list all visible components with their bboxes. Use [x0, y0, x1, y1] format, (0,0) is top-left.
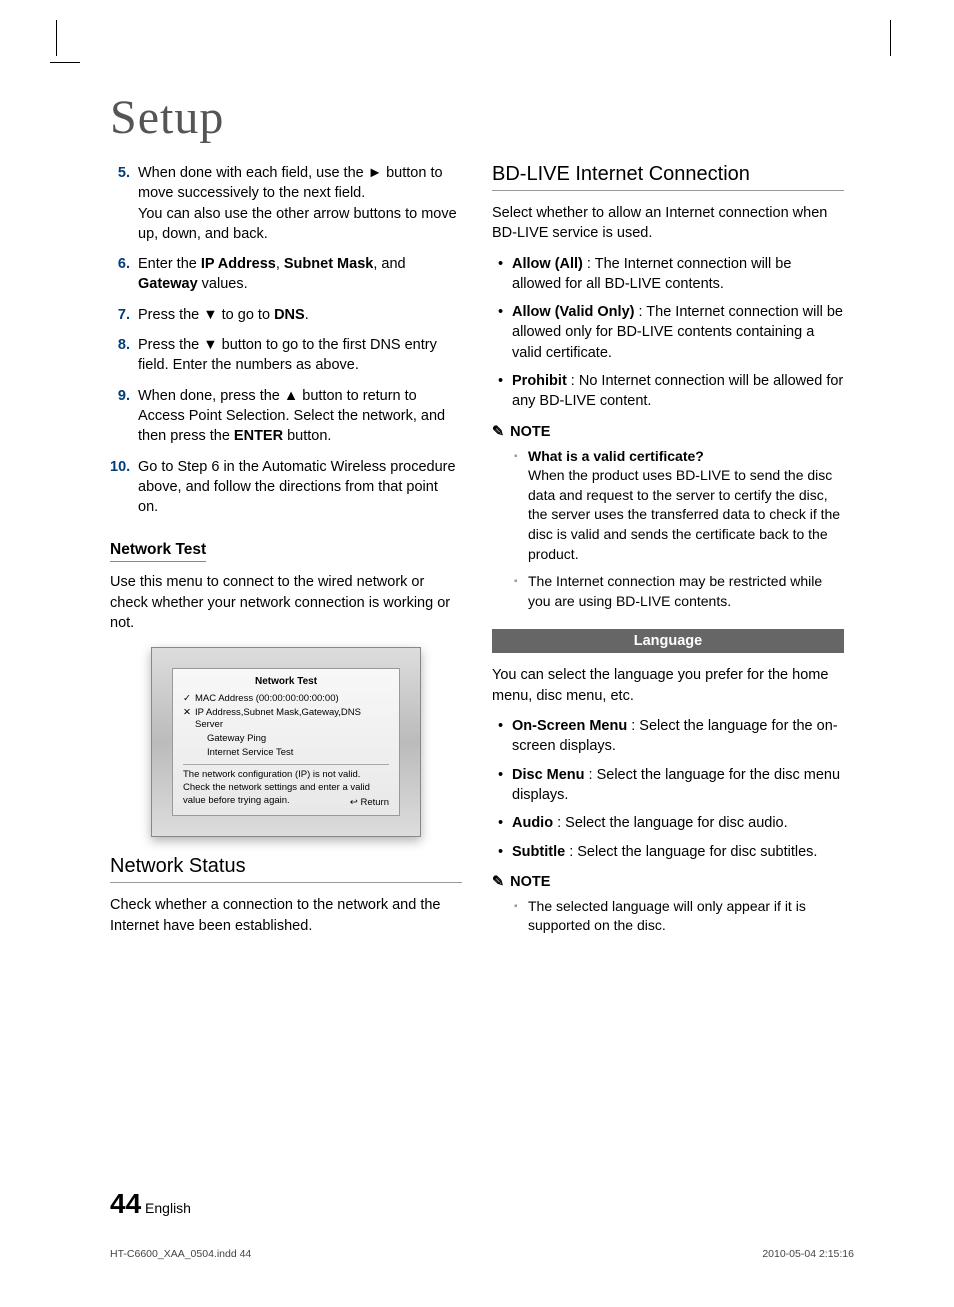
step-item: 10.Go to Step 6 in the Automatic Wireles…: [110, 457, 462, 518]
figure-row-text: Gateway Ping: [207, 733, 266, 746]
document-meta: HT-C6600_XAA_0504.indd 44 2010-05-04 2:1…: [110, 1248, 854, 1260]
language-note-label: NOTE: [492, 874, 844, 891]
page-title: Setup: [110, 90, 904, 145]
setup-steps: 5.When done with each field, use the ► b…: [110, 163, 462, 517]
figure-title: Network Test: [183, 675, 389, 689]
bullet-item: On-Screen Menu : Select the language for…: [498, 716, 844, 757]
step-item: 8.Press the ▼ button to go to the first …: [110, 335, 462, 376]
figure-row: ✓MAC Address (00:00:00:00:00:00): [183, 693, 389, 706]
network-status-heading: Network Status: [110, 855, 462, 883]
page-language: English: [145, 1200, 191, 1216]
language-para: You can select the language you prefer f…: [492, 665, 844, 706]
step-number: 10.: [110, 457, 138, 518]
note-item: The Internet connection may be restricte…: [514, 572, 844, 611]
language-heading: Language: [492, 629, 844, 653]
bullet-item: Subtitle : Select the language for disc …: [498, 842, 844, 862]
network-test-para: Use this menu to connect to the wired ne…: [110, 572, 462, 633]
step-item: 9.When done, press the ▲ button to retur…: [110, 386, 462, 447]
bdlive-note-label: NOTE: [492, 424, 844, 441]
figure-mark-icon: [195, 747, 207, 760]
bdlive-heading: BD-LIVE Internet Connection: [492, 163, 844, 191]
step-number: 5.: [110, 163, 138, 244]
right-column: BD-LIVE Internet Connection Select wheth…: [492, 163, 844, 946]
bdlive-para: Select whether to allow an Internet conn…: [492, 203, 844, 244]
bullet-item: Prohibit : No Internet connection will b…: [498, 371, 844, 412]
bullet-item: Disc Menu : Select the language for the …: [498, 765, 844, 806]
language-bullets: On-Screen Menu : Select the language for…: [498, 716, 844, 862]
step-body: Press the ▼ button to go to the first DN…: [138, 335, 462, 376]
figure-row-text: Internet Service Test: [207, 747, 293, 760]
language-notes: The selected language will only appear i…: [514, 897, 844, 936]
step-body: Go to Step 6 in the Automatic Wireless p…: [138, 457, 462, 518]
figure-row-text: MAC Address (00:00:00:00:00:00): [195, 693, 339, 706]
network-status-para: Check whether a connection to the networ…: [110, 895, 462, 936]
step-item: 5.When done with each field, use the ► b…: [110, 163, 462, 244]
figure-row: Gateway Ping: [183, 733, 389, 746]
figure-mark-icon: ✓: [183, 693, 195, 706]
step-item: 6.Enter the IP Address, Subnet Mask, and…: [110, 254, 462, 295]
step-number: 9.: [110, 386, 138, 447]
network-test-figure: Network Test ✓MAC Address (00:00:00:00:0…: [151, 647, 421, 837]
figure-row: Internet Service Test: [183, 747, 389, 760]
page-footer: 44 English: [110, 1188, 191, 1220]
bdlive-bullets: Allow (All) : The Internet connection wi…: [498, 254, 844, 412]
bullet-item: Audio : Select the language for disc aud…: [498, 813, 844, 833]
bullet-item: Allow (All) : The Internet connection wi…: [498, 254, 844, 295]
network-test-heading: Network Test: [110, 541, 206, 562]
step-number: 6.: [110, 254, 138, 295]
note-item: What is a valid certificate?When the pro…: [514, 447, 844, 565]
meta-timestamp: 2010-05-04 2:15:16: [762, 1248, 854, 1260]
step-number: 8.: [110, 335, 138, 376]
step-item: 7.Press the ▼ to go to DNS.: [110, 305, 462, 325]
step-body: When done with each field, use the ► but…: [138, 163, 462, 244]
step-body: Enter the IP Address, Subnet Mask, and G…: [138, 254, 462, 295]
figure-row: ✕IP Address,Subnet Mask,Gateway,DNS Serv…: [183, 707, 389, 733]
figure-row-text: IP Address,Subnet Mask,Gateway,DNS Serve…: [195, 707, 389, 733]
meta-file: HT-C6600_XAA_0504.indd 44: [110, 1248, 251, 1260]
step-body: When done, press the ▲ button to return …: [138, 386, 462, 447]
manual-page: Setup 5.When done with each field, use t…: [50, 20, 904, 1280]
step-body: Press the ▼ to go to DNS.: [138, 305, 462, 325]
content-columns: 5.When done with each field, use the ► b…: [50, 163, 904, 946]
page-number: 44: [110, 1188, 141, 1219]
left-column: 5.When done with each field, use the ► b…: [110, 163, 462, 946]
note-item: The selected language will only appear i…: [514, 897, 844, 936]
figure-panel: Network Test ✓MAC Address (00:00:00:00:0…: [172, 668, 400, 816]
figure-rows: ✓MAC Address (00:00:00:00:00:00)✕IP Addr…: [183, 693, 389, 760]
figure-mark-icon: ✕: [183, 707, 195, 733]
figure-mark-icon: [195, 733, 207, 746]
figure-return: Return: [350, 797, 389, 810]
bdlive-notes: What is a valid certificate?When the pro…: [514, 447, 844, 612]
bullet-item: Allow (Valid Only) : The Internet connec…: [498, 302, 844, 363]
step-number: 7.: [110, 305, 138, 325]
